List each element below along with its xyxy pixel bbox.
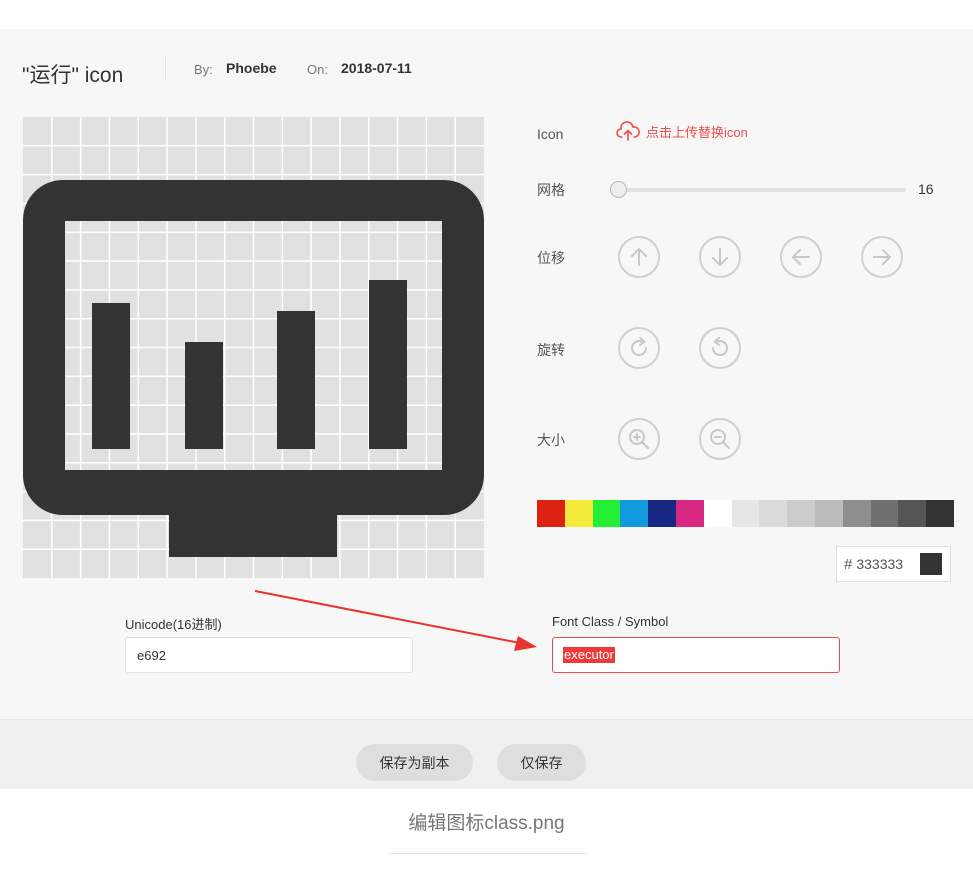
grid-value: 16: [918, 181, 934, 197]
color-palette: [537, 500, 954, 527]
rotate-clockwise-button[interactable]: [618, 327, 660, 369]
fontclass-label: Font Class / Symbol: [552, 614, 669, 629]
color-swatch[interactable]: [675, 500, 704, 527]
color-swatch[interactable]: [703, 500, 732, 527]
move-label: 位移: [537, 250, 565, 266]
color-swatch[interactable]: [537, 500, 565, 527]
arrow-left-icon: [792, 249, 810, 265]
rotate-label: 旋转: [537, 342, 565, 358]
color-swatch[interactable]: [870, 500, 899, 527]
color-swatch[interactable]: [731, 500, 760, 527]
upload-replace-link[interactable]: 点击上传替换icon: [616, 121, 748, 141]
header: "运行" icon: [22, 54, 123, 94]
author-label: By:: [194, 62, 213, 77]
color-hex-input[interactable]: # 333333: [836, 546, 951, 582]
rotate-counterclockwise-button[interactable]: [699, 327, 741, 369]
grid-slider-track[interactable]: [612, 188, 906, 192]
grid-label: 网格: [537, 182, 565, 198]
arrow-down-icon: [712, 248, 728, 266]
save-as-copy-button[interactable]: 保存为副本: [356, 744, 473, 781]
unicode-label: Unicode(16进制): [125, 617, 222, 632]
fontclass-input[interactable]: executor: [552, 637, 840, 673]
rotate-clockwise-icon: [631, 337, 648, 357]
upload-text: 点击上传替换icon: [646, 124, 748, 140]
monitor-bar-chart-icon: [23, 180, 484, 557]
rotate-counterclockwise-icon: [711, 337, 728, 357]
move-down-button[interactable]: [699, 236, 741, 278]
arrow-right-icon: [873, 249, 891, 265]
zoom-out-icon: [710, 429, 730, 449]
color-preview-chip[interactable]: [920, 553, 942, 575]
move-up-button[interactable]: [618, 236, 660, 278]
date-label: On:: [307, 62, 328, 77]
arrow-up-icon: [631, 248, 647, 266]
color-swatch[interactable]: [564, 500, 593, 527]
color-swatch[interactable]: [787, 500, 815, 527]
hex-hash: #: [844, 555, 853, 573]
move-left-button[interactable]: [780, 236, 822, 278]
unicode-input[interactable]: [125, 637, 413, 673]
move-right-button[interactable]: [861, 236, 903, 278]
date-value: 2018-07-11: [341, 60, 412, 76]
cloud-upload-icon: [616, 121, 640, 141]
zoom-out-button[interactable]: [699, 418, 741, 460]
color-swatch[interactable]: [759, 500, 788, 527]
color-swatch[interactable]: [814, 500, 843, 527]
zoom-in-button[interactable]: [618, 418, 660, 460]
color-swatch[interactable]: [620, 500, 649, 527]
color-swatch[interactable]: [648, 500, 676, 527]
color-swatch[interactable]: [592, 500, 621, 527]
save-only-button[interactable]: 仅保存: [497, 744, 586, 781]
image-caption: 编辑图标class.png: [408, 813, 565, 834]
hex-value: 333333: [856, 556, 904, 572]
icon-edit-canvas[interactable]: [23, 117, 484, 578]
color-swatch[interactable]: [926, 500, 954, 527]
size-label: 大小: [537, 432, 565, 448]
icon-label: Icon: [537, 126, 564, 142]
grid-slider-thumb[interactable]: [610, 181, 627, 198]
footer-bar: [0, 720, 973, 789]
author-name: Phoebe: [226, 60, 277, 76]
color-swatch[interactable]: [898, 500, 927, 527]
header-divider: [165, 56, 166, 80]
fontclass-value: executor: [563, 647, 615, 663]
zoom-in-icon: [629, 429, 649, 449]
color-swatch[interactable]: [842, 500, 871, 527]
caption-underline: [388, 853, 588, 854]
page-title: "运行" icon: [22, 64, 124, 87]
